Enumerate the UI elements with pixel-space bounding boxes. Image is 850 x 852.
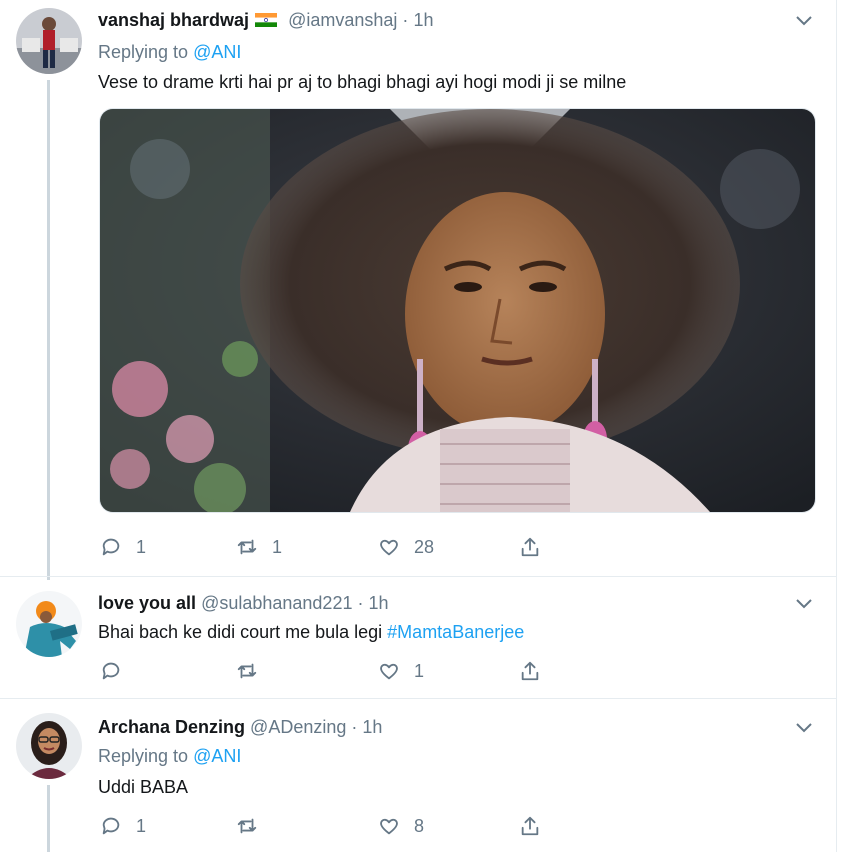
tweet-actions: 1 [100, 659, 560, 683]
tweet-body: Bhai bach ke didi court me bula legi [98, 622, 388, 642]
heart-icon [380, 663, 398, 680]
reply-icon [102, 817, 120, 835]
tweet-divider [0, 698, 836, 699]
share-icon [521, 661, 539, 681]
user-handle[interactable]: @ADenzing [250, 717, 346, 737]
retweet-icon [237, 818, 257, 834]
tweet-divider [0, 576, 836, 577]
share-icon [521, 537, 539, 557]
like-count: 28 [414, 536, 435, 557]
separator-dot: · [402, 10, 409, 30]
chevron-down-icon[interactable] [796, 723, 812, 733]
user-handle[interactable]: @iamvanshaj [288, 10, 397, 30]
like-count: 1 [414, 660, 425, 681]
tweet-image[interactable] [99, 108, 816, 513]
tweet-actions: 1 8 [100, 814, 560, 838]
retweet-icon [237, 663, 257, 679]
share-button[interactable] [519, 659, 541, 683]
reply-count: 1 [136, 536, 147, 557]
reply-button[interactable]: 1 [100, 814, 146, 838]
reply-button[interactable] [100, 659, 136, 683]
tweet-text: Vese to drame krti hai pr aj to bhagi bh… [98, 72, 627, 92]
chevron-down-icon[interactable] [796, 599, 812, 609]
india-flag-icon [255, 13, 278, 27]
display-name[interactable]: love you all [98, 593, 196, 613]
thread-line [47, 80, 50, 580]
tweet-text: Uddi BABA [98, 777, 189, 797]
reply-count: 1 [136, 815, 147, 836]
avatar[interactable] [16, 591, 82, 657]
reply-icon [102, 662, 120, 680]
thread-line [47, 785, 50, 852]
retweet-icon [237, 539, 257, 555]
mention-link[interactable]: @ANI [193, 42, 241, 62]
tweet-text: Bhai bach ke didi court me bula legi #Ma… [98, 622, 524, 643]
share-button[interactable] [519, 535, 541, 559]
timeline-border [836, 0, 837, 852]
replying-to: Replying to @ANI [98, 746, 241, 767]
separator-dot: · [351, 717, 358, 737]
like-button[interactable]: 1 [378, 659, 424, 683]
tweet-actions: 1 1 28 [100, 535, 560, 559]
heart-icon [380, 539, 398, 556]
tweet-header: vanshaj bhardwaj @iamvanshaj · 1h [98, 10, 433, 31]
retweet-button[interactable]: 1 [236, 535, 282, 559]
timestamp[interactable]: 1h [362, 717, 382, 737]
user-handle[interactable]: @sulabhanand221 [201, 593, 352, 613]
mention-link[interactable]: @ANI [193, 746, 241, 766]
replying-prefix: Replying to [98, 746, 194, 766]
avatar[interactable] [16, 8, 82, 74]
reply-button[interactable]: 1 [100, 535, 146, 559]
replying-to: Replying to @ANI [98, 42, 241, 63]
tweet-header: Archana Denzing @ADenzing · 1h [98, 717, 382, 738]
chevron-down-icon[interactable] [796, 16, 812, 26]
avatar[interactable] [16, 713, 82, 779]
reply-icon [102, 538, 120, 556]
share-icon [521, 816, 539, 836]
timestamp[interactable]: 1h [369, 593, 389, 613]
tweet-header: love you all @sulabhanand221 · 1h [98, 593, 389, 614]
like-button[interactable]: 28 [378, 535, 434, 559]
hashtag-link[interactable]: #MamtaBanerjee [387, 622, 524, 642]
replying-prefix: Replying to [98, 42, 194, 62]
like-button[interactable]: 8 [378, 814, 424, 838]
timestamp[interactable]: 1h [413, 10, 433, 30]
retweet-count: 1 [272, 536, 283, 557]
share-button[interactable] [519, 814, 541, 838]
retweet-button[interactable] [236, 659, 272, 683]
heart-icon [380, 818, 398, 835]
retweet-button[interactable] [236, 814, 272, 838]
like-count: 8 [414, 815, 425, 836]
display-name[interactable]: Archana Denzing [98, 717, 245, 737]
display-name[interactable]: vanshaj bhardwaj [98, 10, 249, 30]
separator-dot: · [357, 593, 364, 613]
